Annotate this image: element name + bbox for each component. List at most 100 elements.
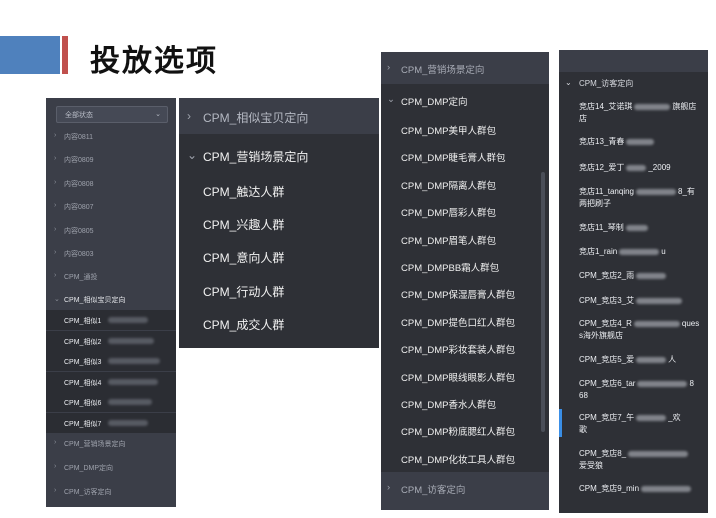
chevron-right-icon: › [54, 249, 57, 256]
chevron-down-icon: ⌄ [387, 94, 395, 105]
redacted-text [626, 138, 655, 145]
competitor-item-label: CPM_竞店4_R ques s海外旗舰店 [579, 319, 700, 340]
audience-item-label: CPM_意向人群 [203, 251, 285, 266]
tree-item-label: 内容0809 [64, 157, 94, 165]
competitor-item-label: 竞店12_爱丁 _2009 [579, 163, 671, 172]
chevron-right-icon: › [387, 482, 391, 493]
tree-item[interactable]: › 内容0805 [46, 222, 176, 240]
tree-item-label: 内容0803 [64, 251, 94, 258]
tree-sub-item[interactable]: CPM_相似2 [46, 330, 176, 351]
audience-item-label: CPM_行动人群 [203, 284, 285, 299]
redacted-text [637, 380, 688, 387]
tree-sub-item-label: CPM_相似2 [64, 338, 102, 346]
panel-marketing-scene: › CPM_相似宝贝定向 ⌄ CPM_营销场景定向 CPM_触达人群 CPM_兴趣… [179, 98, 379, 348]
chevron-right-icon: › [54, 463, 57, 470]
redacted-text [636, 356, 667, 363]
tree-item-label: CPM_通投 [64, 274, 98, 282]
dmp-item-label: CPM_DMP化妆工具人群包 [401, 454, 516, 466]
audience-item-label: CPM_兴趣人群 [203, 218, 285, 233]
dmp-item-label: CPM_DMP保湿唇膏人群包 [401, 290, 516, 302]
dmp-item-label: CPM_DMP彩妆套装人群包 [401, 345, 516, 357]
tree-item-label: 内容0811 [64, 134, 94, 141]
tree-item[interactable]: › CPM_营销场景定向 [46, 435, 176, 453]
competitor-item-label: CPM_竞店8_ 爱受狼 [579, 448, 701, 472]
redacted-text [108, 378, 158, 385]
tree-item[interactable]: › 内容0809 [46, 151, 176, 169]
chevron-down-icon: ⌄ [155, 111, 161, 118]
tree-group-open[interactable]: ⌄ CPM_相似宝贝定向 [46, 291, 176, 309]
redacted-text [636, 414, 667, 421]
redacted-text [636, 297, 683, 304]
group-collapsed-similar[interactable]: › CPM_相似宝贝定向 [179, 98, 379, 134]
tree-item[interactable]: › 内容0803 [46, 245, 176, 263]
panel-adgroup-tree: 全部状态 ⌄ › 内容0811 › 内容0809 › 内容0808 › 内容0807 › 内容08… [46, 98, 176, 507]
tree-item-label: CPM_DMP定向 [64, 465, 114, 472]
redacted-text [108, 358, 160, 365]
dmp-item-label: CPM_DMP眼线眼影人群包 [401, 372, 516, 384]
tree-sub-item[interactable]: CPM_相似1 [46, 310, 176, 330]
tree-item[interactable]: › 内容0808 [46, 175, 176, 193]
redacted-text [636, 188, 676, 195]
chevron-down-icon: ⌄ [54, 296, 60, 303]
tree-item-label: 内容0808 [64, 180, 94, 188]
tree-sub-item-label: CPM_相似6 [64, 400, 102, 408]
dmp-item-label: CPM_DMP唇彩人群包 [401, 208, 497, 220]
tree-sub-item-label: CPM_相似3 [64, 359, 102, 367]
competitor-item-label: CPM_竞店3_艾 [579, 295, 701, 307]
redacted-text [628, 450, 689, 457]
dmp-item-label: CPM_DMPBB霜人群包 [401, 263, 500, 274]
competitor-item-label: 竞店11_琴制 [579, 222, 701, 234]
audience-item-label: CPM_成交人群 [203, 317, 285, 332]
tree-item-label: CPM_营销场景定向 [64, 441, 126, 448]
status-select[interactable]: 全部状态 ⌄ [56, 106, 168, 123]
redacted-text [108, 399, 152, 406]
status-select-value: 全部状态 [65, 112, 93, 119]
chevron-right-icon: › [54, 439, 57, 446]
tree-sub-item[interactable]: CPM_相似4 [46, 371, 176, 392]
competitor-item-label: CPM_竞店9_min [579, 483, 701, 495]
chevron-right-icon: › [54, 132, 57, 139]
redacted-text [641, 485, 692, 492]
chevron-down-icon: ⌄ [565, 78, 572, 87]
competitor-item-label: CPM_竞店6_tar 8 68 [579, 379, 694, 400]
dmp-item-label: CPM_DMP隔离人群包 [401, 180, 497, 192]
tree-sub-item-label: CPM_相似4 [64, 379, 102, 387]
dmp-item-label: CPM_DMP眉笔人群包 [401, 235, 497, 247]
tree-item-label: 内容0805 [64, 227, 94, 235]
tree-sub-item[interactable]: CPM_相似6 [46, 392, 176, 413]
active-item-marker [559, 409, 562, 437]
competitor-item-label: 竞店13_青春 [579, 136, 701, 148]
dmp-item-label: CPM_DMP提色口红人群包 [401, 317, 516, 329]
page-title: 投放选项 [90, 44, 218, 79]
audience-item-label: CPM_触达人群 [203, 185, 285, 199]
title-accent-bar-red [62, 36, 68, 74]
chevron-right-icon: › [54, 272, 57, 280]
chevron-down-icon: ⌄ [187, 148, 198, 162]
redacted-text [619, 248, 660, 255]
redacted-text [108, 420, 148, 426]
tree-group-label: CPM_相似宝贝定向 [64, 297, 126, 304]
tree-sub-item-label: CPM_相似7 [64, 421, 102, 428]
redacted-text [626, 164, 647, 171]
dmp-item-label: CPM_DMP粉底腮红人群包 [401, 427, 516, 439]
group-collapsed-visitor[interactable]: › CPM_访客定向 [381, 472, 549, 510]
group-collapsed-marketing-scene[interactable]: › CPM_营销场景定向 [381, 52, 549, 84]
competitor-item-label: CPM_竞店7_午 _欢歌 [579, 413, 681, 434]
tree-sub-item[interactable]: CPM_相似7 [46, 413, 176, 433]
tree-item[interactable]: › 内容0807 [46, 198, 176, 216]
dmp-item-label: CPM_DMP香水人群包 [401, 400, 497, 411]
tree-item[interactable]: › CPM_访客定向 [46, 483, 176, 501]
tree-item-label: 内容0807 [64, 204, 94, 212]
tree-sub-item[interactable]: CPM_相似3 [46, 351, 176, 372]
scrollbar[interactable] [541, 172, 545, 432]
chevron-right-icon: › [54, 487, 57, 494]
dmp-item-label: CPM_DMP美甲人群包 [401, 126, 497, 137]
tree-item[interactable]: › CPM_通投 [46, 268, 176, 286]
chevron-right-icon: › [54, 155, 57, 163]
panel-top-bar [559, 50, 708, 72]
redacted-text [108, 317, 148, 323]
redacted-text [636, 272, 667, 279]
tree-item[interactable]: › 内容0811 [46, 128, 176, 146]
tree-item[interactable]: › CPM_DMP定向 [46, 459, 176, 477]
redacted-text [633, 320, 680, 327]
